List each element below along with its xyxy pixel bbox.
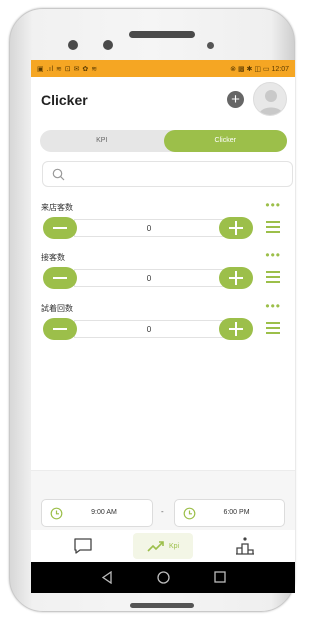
page-title: Clicker <box>41 92 88 108</box>
counter-value: 0 <box>74 219 224 237</box>
home-icon[interactable] <box>157 571 170 584</box>
counter-label: 試着回数 <box>41 304 73 313</box>
counter-item: 接客数 ••• 0 <box>31 249 295 302</box>
plus-circle-icon[interactable]: + <box>227 91 244 108</box>
user-avatar-icon[interactable] <box>253 82 287 116</box>
search-input[interactable] <box>42 161 293 187</box>
status-bar: ▣ .ıl ≋ ⊡ ✉ ✿ ≋ ⊗ ▩ ✱ ◫ ▭ 12:07 <box>31 60 295 77</box>
bottom-speaker <box>130 603 194 608</box>
counter-value: 0 <box>74 320 224 338</box>
nav-ranking[interactable] <box>233 533 257 559</box>
trending-up-icon <box>147 541 164 552</box>
decrement-button[interactable] <box>43 217 77 239</box>
counter-label: 来店客数 <box>41 203 73 212</box>
nav-kpi[interactable]: Kpi <box>133 533 193 559</box>
search-icon <box>52 168 65 186</box>
phone-frame: ▣ .ıl ≋ ⊡ ✉ ✿ ≋ ⊗ ▩ ✱ ◫ ▭ 12:07 Clicker … <box>9 8 295 612</box>
more-options-icon[interactable]: ••• <box>265 199 281 211</box>
reorder-icon[interactable] <box>266 322 280 334</box>
back-icon[interactable] <box>101 571 113 584</box>
ranking-icon <box>236 537 254 555</box>
tab-switcher: KPI Clicker <box>40 130 287 152</box>
counter-label: 接客数 <box>41 253 65 262</box>
status-icons-right: ⊗ ▩ ✱ ◫ ▭ 12:07 <box>230 65 289 73</box>
tab-clicker[interactable]: Clicker <box>163 130 287 152</box>
more-options-icon[interactable]: ••• <box>265 300 281 312</box>
start-time-picker[interactable]: 9:00 AM <box>41 499 153 527</box>
proximity-sensor <box>207 42 214 49</box>
recent-apps-icon[interactable] <box>214 571 226 583</box>
counter-value: 0 <box>74 269 224 287</box>
start-time-value: 9:00 AM <box>91 509 117 516</box>
time-separator: - <box>161 507 164 516</box>
reorder-icon[interactable] <box>266 221 280 233</box>
increment-button[interactable] <box>219 267 253 289</box>
nav-kpi-label: Kpi <box>168 542 180 550</box>
front-camera <box>103 40 113 50</box>
earpiece-speaker <box>129 31 195 38</box>
increment-button[interactable] <box>219 217 253 239</box>
decrement-button[interactable] <box>43 267 77 289</box>
counter-item: 試着回数 ••• 0 <box>31 300 295 353</box>
nav-chat[interactable] <box>71 533 95 559</box>
reorder-icon[interactable] <box>266 271 280 283</box>
system-navigation-bar <box>31 562 295 593</box>
end-time-value: 6:00 PM <box>223 509 250 516</box>
bottom-navigation: Kpi <box>31 530 295 562</box>
increment-button[interactable] <box>219 318 253 340</box>
more-options-icon[interactable]: ••• <box>265 249 281 261</box>
decrement-button[interactable] <box>43 318 77 340</box>
screen: ▣ .ıl ≋ ⊡ ✉ ✿ ≋ ⊗ ▩ ✱ ◫ ▭ 12:07 Clicker … <box>31 60 295 593</box>
counter-item: 来店客数 ••• 0 <box>31 199 295 252</box>
app-header: Clicker + <box>31 77 295 123</box>
tab-kpi[interactable]: KPI <box>40 130 164 152</box>
end-time-picker[interactable]: 6:00 PM <box>174 499 285 527</box>
status-icons-left: ▣ .ıl ≋ ⊡ ✉ ✿ ≋ <box>37 65 98 73</box>
front-sensor <box>68 40 78 50</box>
chat-bubble-icon <box>74 538 92 554</box>
